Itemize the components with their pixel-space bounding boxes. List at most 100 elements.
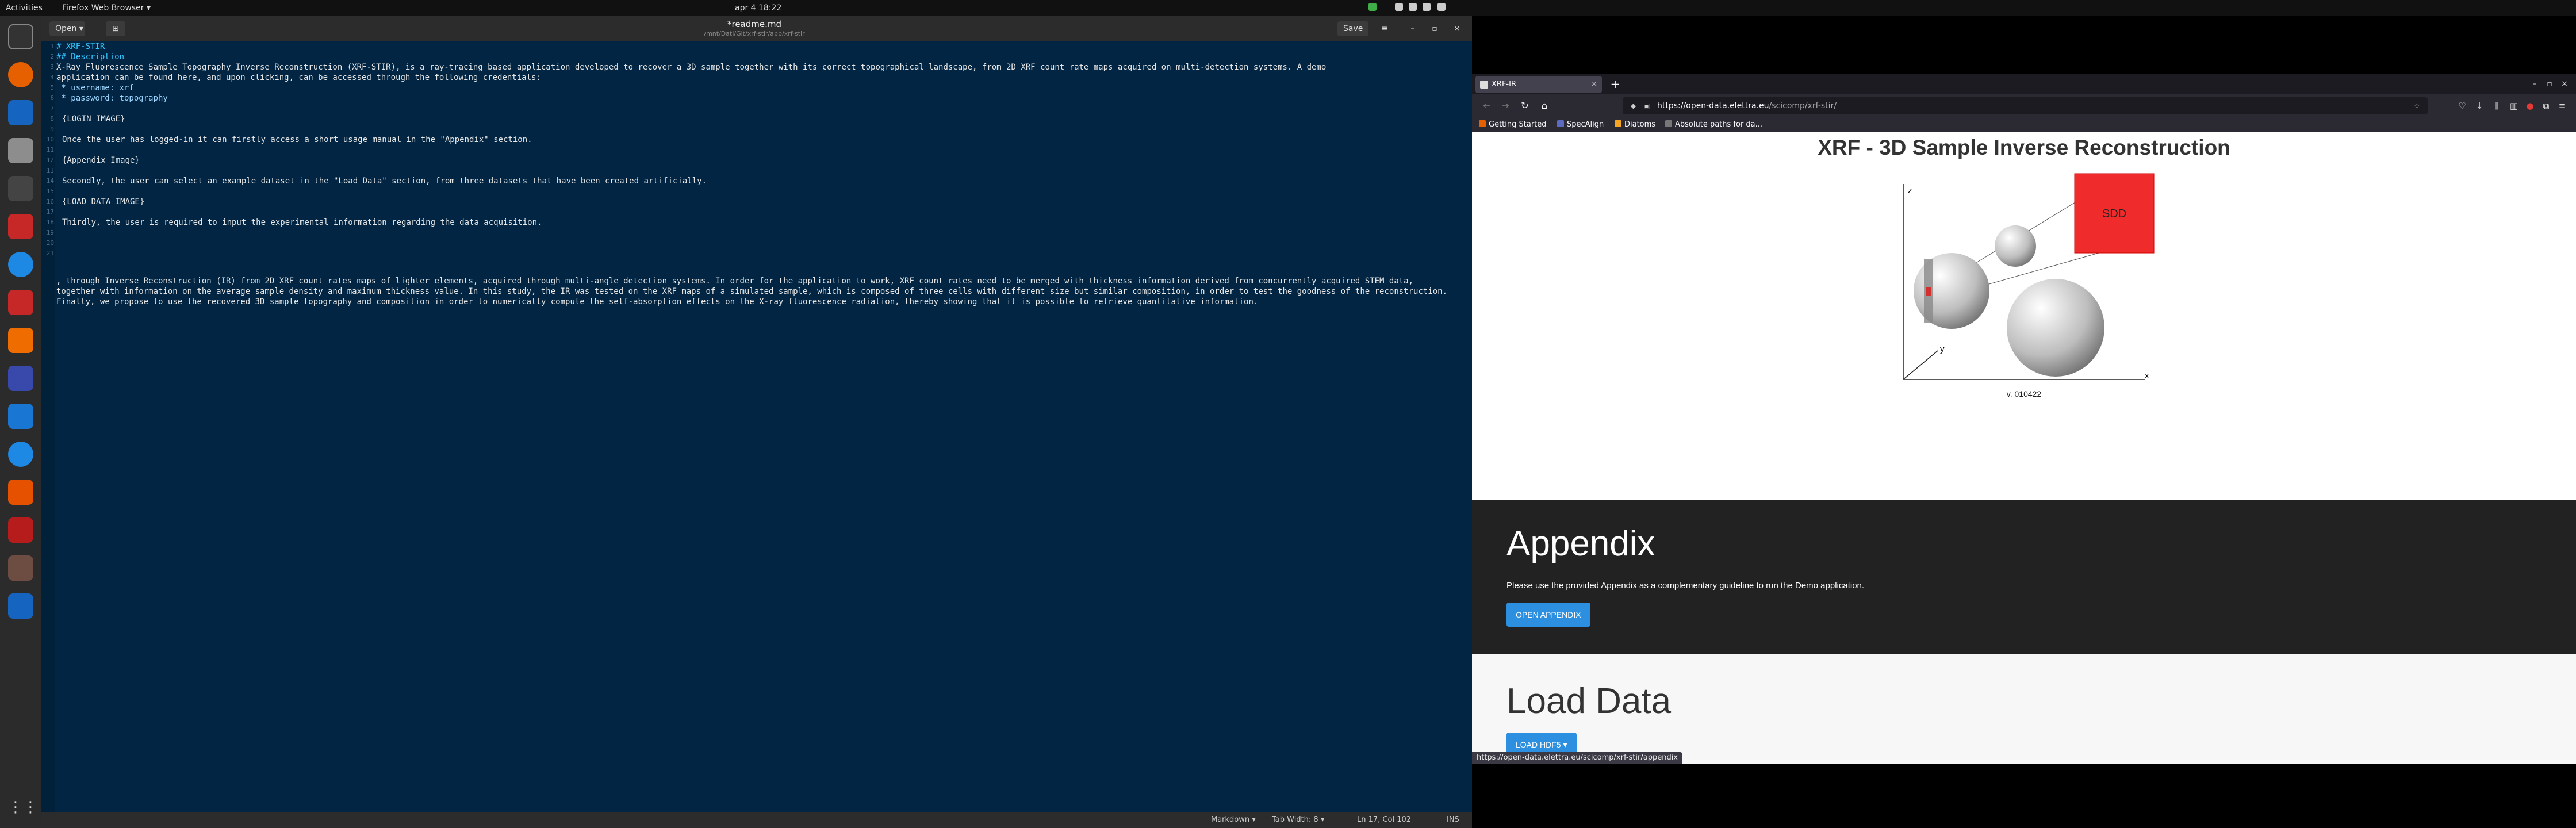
update-icon[interactable] (1368, 3, 1377, 11)
close-tab-icon[interactable]: × (1591, 76, 1597, 93)
language-selector[interactable]: Markdown ▾ (1211, 812, 1256, 828)
save-button[interactable]: Save (1337, 21, 1368, 36)
browser-tab[interactable]: XRF-IR × (1475, 76, 1602, 93)
page-title: XRF - 3D Sample Inverse Reconstruction (1818, 136, 2230, 159)
extensions-icon[interactable]: ⧉ (2539, 99, 2553, 113)
line-number: 7 (50, 105, 54, 112)
line-number: 16 (46, 198, 54, 205)
load-data-heading: Load Data (1506, 681, 1672, 721)
skype-icon[interactable] (8, 442, 33, 467)
code-line: , through Inverse Reconstruction (IR) fr… (56, 277, 1448, 306)
download-icon[interactable]: ↓ (2472, 99, 2486, 113)
app-grid-icon[interactable]: ⋮⋮ (8, 795, 38, 820)
code-line: X-Ray Fluorescence Sample Topography Inv… (56, 63, 1327, 72)
home-icon[interactable]: ⌂ (1538, 99, 1551, 113)
files-icon[interactable] (8, 138, 33, 163)
mic-icon[interactable] (1423, 3, 1431, 11)
line-number: 8 (50, 115, 54, 122)
library-icon[interactable]: ⫼ (2490, 99, 2504, 113)
editor-text-area[interactable]: # XRF-STIR ## Description X-Ray Fluoresc… (56, 41, 1471, 812)
line-number: 4 (50, 74, 54, 81)
bookmark-star-icon[interactable]: ☆ (2414, 102, 2422, 110)
line-number: 15 (46, 187, 54, 195)
line-number: 10 (46, 136, 54, 143)
close-icon[interactable]: × (1448, 21, 1465, 36)
app-menu[interactable]: Firefox Web Browser ▾ (62, 0, 151, 16)
lock-icon[interactable]: ▣ (1643, 102, 1651, 110)
volume-icon[interactable] (1409, 3, 1417, 11)
line-number: 6 (50, 94, 54, 102)
editor-path: /mnt/Dati/Git/xrf-stir/app/xrf-stir (704, 30, 805, 37)
bookmark-item[interactable]: Absolute paths for da... (1665, 117, 1762, 132)
line-number: 20 (46, 239, 54, 247)
sidebar-icon[interactable]: ▥ (2507, 99, 2521, 113)
url-path: /scicomp/xrf-stir/ (1769, 101, 1837, 110)
tab-title: XRF-IR (1492, 80, 1516, 89)
software-icon[interactable] (8, 328, 33, 353)
extension-icon[interactable]: ● (2523, 99, 2537, 113)
menu-icon[interactable]: ≡ (1375, 21, 1393, 36)
open-button[interactable]: Open ▾ (49, 21, 85, 36)
maximize-icon[interactable]: ▫ (2543, 77, 2556, 91)
navigation-bar: ← → ↻ ⌂ ◆ ▣ https://open-data.elettra.eu… (1472, 94, 2576, 117)
bookmark-item[interactable]: SpecAlign (1557, 117, 1604, 132)
new-tab-button[interactable]: + (1607, 76, 1624, 93)
url-host: https://open-data.elettra.eu (1657, 101, 1769, 110)
reload-icon[interactable]: ↻ (1518, 99, 1532, 113)
bookmark-item[interactable]: Diatoms (1615, 117, 1655, 132)
power-icon[interactable] (1438, 3, 1446, 11)
shield-icon[interactable]: ◆ (1631, 102, 1639, 110)
terminal-icon[interactable] (8, 24, 33, 49)
y-axis (1903, 350, 1938, 380)
activities-button[interactable]: Activities (6, 0, 43, 16)
line-number: 1 (50, 43, 54, 50)
text-editor-icon[interactable] (8, 404, 33, 429)
desktop-background (1472, 16, 2576, 74)
skype-icon[interactable] (8, 252, 33, 277)
sdd-label: SDD (2102, 208, 2126, 220)
app-icon[interactable] (8, 518, 33, 543)
url-bar[interactable]: ◆ ▣ https://open-data.elettra.eu/scicomp… (1623, 97, 2428, 114)
clock[interactable]: apr 4 18:22 (735, 0, 781, 16)
back-icon[interactable]: ← (1480, 99, 1494, 113)
sphere (2007, 279, 2104, 377)
code-line: Once the user has logged-in it can first… (62, 135, 532, 144)
tab-width-selector[interactable]: Tab Width: 8 ▾ (1272, 812, 1324, 828)
sample-voxel (1926, 288, 1931, 296)
favicon-icon (1480, 80, 1488, 89)
editor-statusbar: Markdown ▾ Tab Width: 8 ▾ Ln 17, Col 102… (41, 812, 1472, 828)
editor-toolbar: Open ▾ ⊞ *readme.md /mnt/Dati/Git/xrf-st… (41, 16, 1472, 41)
line-number: 11 (46, 146, 54, 154)
link-status-url: https://open-data.elettra.eu/scicomp/xrf… (1472, 752, 1683, 764)
writer-icon[interactable] (8, 593, 33, 619)
appendix-section: Appendix Please use the provided Appendi… (1472, 500, 2576, 654)
app-icon[interactable] (8, 176, 33, 201)
menu-icon[interactable]: ≡ (2555, 99, 2569, 113)
thunderbird-icon[interactable] (8, 100, 33, 125)
impress-icon[interactable] (8, 480, 33, 505)
screenshot-icon[interactable] (8, 366, 33, 391)
y-axis-label: y (1940, 344, 1945, 354)
minimize-icon[interactable]: – (2528, 77, 2542, 91)
code-line: application can be found here, and upon … (56, 73, 541, 82)
bookmark-item[interactable]: Getting Started (1479, 117, 1547, 132)
firefox-icon (1479, 120, 1486, 127)
line-number: 17 (46, 208, 54, 216)
forward-icon[interactable]: → (1498, 99, 1512, 113)
firefox-icon[interactable] (8, 62, 33, 87)
close-icon[interactable]: × (2558, 77, 2571, 91)
folder-icon (1615, 120, 1621, 127)
cursor-position[interactable]: Ln 17, Col 102 (1357, 812, 1411, 828)
app-icon[interactable] (8, 214, 33, 239)
network-icon[interactable] (1395, 3, 1403, 11)
new-tab-icon[interactable]: ⊞ (106, 21, 125, 36)
mendeley-icon[interactable] (8, 290, 33, 315)
app-icon[interactable] (8, 555, 33, 581)
open-appendix-button[interactable]: OPEN APPENDIX (1506, 603, 1590, 627)
bookmarks-bar: Getting Started SpecAlign Diatoms Absolu… (1472, 117, 2576, 132)
maximize-icon[interactable]: ▫ (1426, 21, 1443, 36)
line-number: 13 (46, 167, 54, 174)
pocket-icon[interactable]: ♡ (2455, 99, 2469, 113)
minimize-icon[interactable]: – (1404, 21, 1421, 36)
insert-mode: INS (1447, 815, 1459, 824)
